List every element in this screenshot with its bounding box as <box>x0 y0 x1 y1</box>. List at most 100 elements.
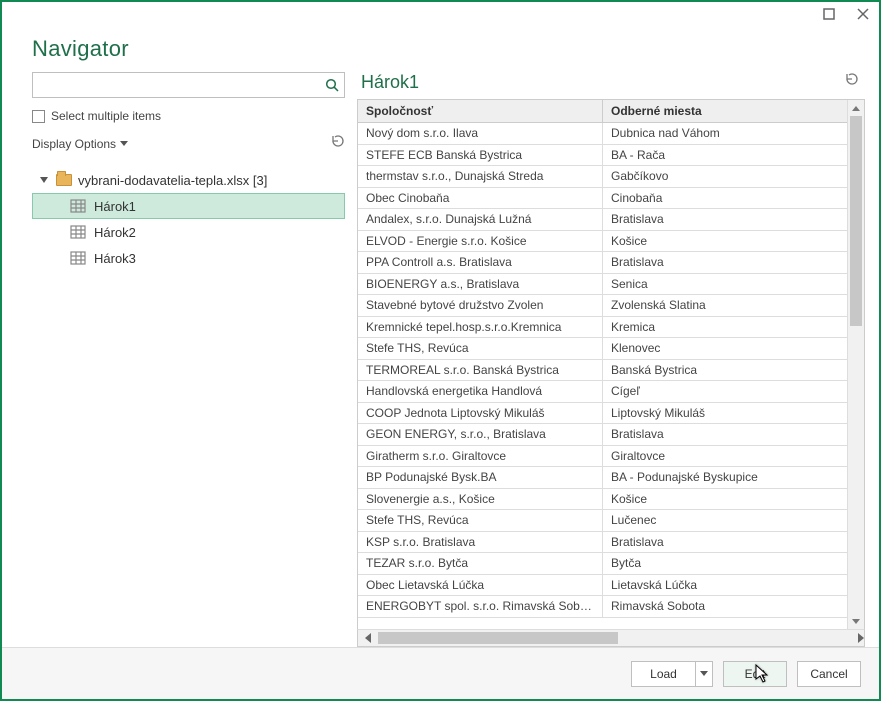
table-row[interactable]: ELVOD - Energie s.r.o. KošiceKošice <box>358 231 847 253</box>
horizontal-scrollbar[interactable] <box>357 629 865 647</box>
table-cell: TERMOREAL s.r.o. Banská Bystrica <box>358 360 603 381</box>
table-cell: Bratislava <box>603 532 848 553</box>
vertical-scrollbar[interactable] <box>847 100 864 629</box>
table-row[interactable]: TEZAR s.r.o. BytčaBytča <box>358 553 847 575</box>
table-cell: Lučenec <box>603 510 848 531</box>
table-cell: Stavebné bytové družstvo Zvolen <box>358 295 603 316</box>
cancel-button[interactable]: Cancel <box>797 661 861 687</box>
column-header[interactable]: Spoločnosť <box>358 100 603 123</box>
checkbox-icon[interactable] <box>32 110 45 123</box>
table-row[interactable]: KSP s.r.o. BratislavaBratislava <box>358 532 847 554</box>
table-cell: BA - Podunajské Byskupice <box>603 467 848 488</box>
table-row[interactable]: Kremnické tepel.hosp.s.r.o.KremnicaKremi… <box>358 317 847 339</box>
table-cell: Giraltovce <box>603 446 848 467</box>
refresh-icon[interactable] <box>329 134 345 153</box>
table-cell: Bratislava <box>603 424 848 445</box>
table-row[interactable]: Nový dom s.r.o. IlavaDubnica nad Váhom <box>358 123 847 145</box>
table-cell: Cígeľ <box>603 381 848 402</box>
table-row[interactable]: Stefe THS, RevúcaLučenec <box>358 510 847 532</box>
table-row[interactable]: Stefe THS, RevúcaKlenovec <box>358 338 847 360</box>
scroll-up-icon[interactable] <box>848 100 864 116</box>
table-row[interactable]: thermstav s.r.o., Dunajská StredaGabčíko… <box>358 166 847 188</box>
table-cell: Košice <box>603 231 848 252</box>
chevron-down-icon <box>700 671 708 676</box>
sheet-item[interactable]: Hárok1 <box>32 193 345 219</box>
table-cell: ENERGOBYT spol. s.r.o. Rimavská Sobota <box>358 596 603 617</box>
table-cell: BA - Rača <box>603 145 848 166</box>
sheet-label: Hárok3 <box>94 251 136 266</box>
chevron-down-icon <box>120 141 128 146</box>
table-cell: Dubnica nad Váhom <box>603 123 848 144</box>
table-cell: Zvolenská Slatina <box>603 295 848 316</box>
table-row[interactable]: STEFE ECB Banská BystricaBA - Rača <box>358 145 847 167</box>
table-cell: Kremnické tepel.hosp.s.r.o.Kremnica <box>358 317 603 338</box>
display-options-dropdown[interactable]: Display Options <box>32 137 128 151</box>
table-cell: Slovenergie a.s., Košice <box>358 489 603 510</box>
table-row[interactable]: Obec CinobaňaCinobaňa <box>358 188 847 210</box>
table-cell: Košice <box>603 489 848 510</box>
preview-panel: Hárok1 SpoločnosťOdberné miesta Nový dom… <box>357 72 865 647</box>
search-box[interactable] <box>32 72 345 98</box>
table-row[interactable]: Giratherm s.r.o. GiraltovceGiraltovce <box>358 446 847 468</box>
table-cell: Obec Lietavská Lúčka <box>358 575 603 596</box>
table-row[interactable]: Handlovská energetika HandlováCígeľ <box>358 381 847 403</box>
hscroll-thumb[interactable] <box>378 632 618 644</box>
table-row[interactable]: Andalex, s.r.o. Dunajská LužnáBratislava <box>358 209 847 231</box>
table-cell: Bratislava <box>603 209 848 230</box>
sheet-item[interactable]: Hárok3 <box>32 245 345 271</box>
dialog-title: Navigator <box>32 36 849 62</box>
refresh-preview-icon[interactable] <box>843 72 859 93</box>
search-input[interactable] <box>33 78 320 92</box>
table-cell: Bratislava <box>603 252 848 273</box>
navigator-dialog: Navigator Select multiple items Display … <box>0 0 881 701</box>
scroll-down-icon[interactable] <box>848 613 864 629</box>
multi-select-row[interactable]: Select multiple items <box>32 106 345 124</box>
scroll-thumb[interactable] <box>850 116 862 326</box>
sheet-label: Hárok2 <box>94 225 136 240</box>
file-label: vybrani-dodavatelia-tepla.xlsx [3] <box>78 173 267 188</box>
scroll-left-icon[interactable] <box>358 633 378 643</box>
sheet-label: Hárok1 <box>94 199 136 214</box>
table-row[interactable]: BIOENERGY a.s., BratislavaSenica <box>358 274 847 296</box>
table-row[interactable]: GEON ENERGY, s.r.o., BratislavaBratislav… <box>358 424 847 446</box>
load-dropdown-button[interactable] <box>695 661 713 687</box>
table-cell: STEFE ECB Banská Bystrica <box>358 145 603 166</box>
tree-file-node[interactable]: vybrani-dodavatelia-tepla.xlsx [3] <box>32 167 345 193</box>
table-cell: Rimavská Sobota <box>603 596 848 617</box>
sheet-icon <box>70 251 86 265</box>
table-row[interactable]: Obec Lietavská LúčkaLietavská Lúčka <box>358 575 847 597</box>
table-cell: BP Podunajské Bysk.BA <box>358 467 603 488</box>
chevron-down-icon <box>40 177 48 183</box>
maximize-button[interactable] <box>821 6 837 22</box>
sheet-icon <box>70 199 86 213</box>
table-cell: Handlovská energetika Handlová <box>358 381 603 402</box>
table-cell: Obec Cinobaňa <box>358 188 603 209</box>
preview-title: Hárok1 <box>361 72 419 93</box>
table-row[interactable]: PPA Controll a.s. BratislavaBratislava <box>358 252 847 274</box>
edit-button[interactable]: Edit <box>723 661 787 687</box>
scroll-right-icon[interactable] <box>844 633 864 643</box>
preview-table-wrap: SpoločnosťOdberné miesta Nový dom s.r.o.… <box>357 99 865 630</box>
sheet-item[interactable]: Hárok2 <box>32 219 345 245</box>
table-cell: thermstav s.r.o., Dunajská Streda <box>358 166 603 187</box>
table-row[interactable]: TERMOREAL s.r.o. Banská BystricaBanská B… <box>358 360 847 382</box>
table-cell: BIOENERGY a.s., Bratislava <box>358 274 603 295</box>
folder-icon <box>56 174 72 186</box>
table-cell: Klenovec <box>603 338 848 359</box>
table-cell: Stefe THS, Revúca <box>358 338 603 359</box>
table-row[interactable]: Slovenergie a.s., KošiceKošice <box>358 489 847 511</box>
load-button[interactable]: Load <box>631 661 695 687</box>
table-row[interactable]: BP Podunajské Bysk.BABA - Podunajské Bys… <box>358 467 847 489</box>
table-row[interactable]: COOP Jednota Liptovský MikulášLiptovský … <box>358 403 847 425</box>
table-row[interactable]: ENERGOBYT spol. s.r.o. Rimavská SobotaRi… <box>358 596 847 618</box>
close-button[interactable] <box>855 6 871 22</box>
preview-table: SpoločnosťOdberné miesta <box>358 100 847 123</box>
table-cell: Stefe THS, Revúca <box>358 510 603 531</box>
titlebar <box>2 2 879 30</box>
column-header[interactable]: Odberné miesta <box>603 100 848 123</box>
table-cell: Banská Bystrica <box>603 360 848 381</box>
table-row[interactable]: Stavebné bytové družstvo ZvolenZvolenská… <box>358 295 847 317</box>
table-cell: Senica <box>603 274 848 295</box>
search-icon[interactable] <box>320 78 344 92</box>
table-cell: KSP s.r.o. Bratislava <box>358 532 603 553</box>
